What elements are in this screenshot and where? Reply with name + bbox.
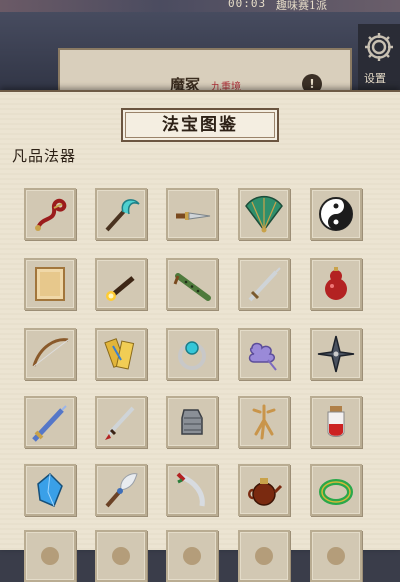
item-slot[interactable] [24,464,76,516]
item-slot[interactable] [310,396,362,448]
top-status-strip [0,0,400,12]
long-bow-icon [32,338,69,367]
item-slot[interactable] [166,464,218,516]
item-slot[interactable] [95,530,147,582]
item-slot[interactable] [95,258,147,310]
panel-title: 法宝图鉴 [162,115,238,135]
item-slot[interactable] [166,258,218,310]
iron-gauntlet-icon [181,409,203,435]
feather-duster-icon [105,473,138,508]
settings-button[interactable]: 设置 [358,24,400,94]
ginseng-root-icon [252,404,276,440]
item-slot[interactable] [24,328,76,380]
item-slot[interactable] [24,530,76,582]
item-slot[interactable] [310,464,362,516]
bronze-teapot-icon [248,478,283,506]
item-slot[interactable] [24,258,76,310]
panel-title-frame: 法宝图鉴 [121,108,279,142]
partial-item-icon [327,547,345,565]
game-scene-background: 00:03 趣味赛1派 魔冢 九重境 ! 设置 [0,0,400,100]
item-slot[interactable] [310,328,362,380]
red-gourd-icon [325,267,347,300]
steel-sword-icon [248,267,281,302]
spirit-crystal-icon [37,472,63,507]
item-slot[interactable] [238,464,290,516]
item-slot[interactable] [166,188,218,240]
item-slot[interactable] [95,188,147,240]
purple-cloud-charm-icon [248,342,277,371]
curved-sabre-icon [176,472,205,507]
yin-yang-icon [319,197,353,231]
item-slot[interactable] [310,188,362,240]
timer-text: 00:03 [228,0,267,10]
item-slot[interactable] [24,188,76,240]
partial-item-icon [41,547,59,565]
settings-label: 设置 [364,72,386,85]
realm-card[interactable]: 魔冢 九重境 ! [58,48,352,96]
throwing-dagger-icon [176,212,211,220]
partial-item-icon [112,547,130,565]
paper-scroll-icon [35,267,65,301]
item-slot[interactable] [24,396,76,448]
jade-ring-icon [178,341,206,370]
item-slot[interactable] [238,258,290,310]
item-slot[interactable] [310,258,362,310]
red-tassel-dagger-icon [105,406,135,440]
item-slot[interactable] [95,464,147,516]
jade-hook-blade-icon [105,199,140,232]
section-label: 凡品法器 [12,147,77,165]
potion-vial-icon [327,406,345,437]
item-slot[interactable] [238,328,290,380]
partial-item-icon [255,547,273,565]
treasure-codex-panel: 法宝图鉴 凡品法器 [0,90,400,582]
item-slot[interactable] [238,396,290,448]
item-slot[interactable] [95,328,147,380]
item-slot[interactable] [310,530,362,582]
jade-bracelet-icon [319,479,353,505]
bamboo-flute-icon [173,273,211,301]
shuriken-icon [317,335,355,373]
item-slot[interactable] [95,396,147,448]
item-slot[interactable] [166,530,218,582]
item-slot[interactable] [166,328,218,380]
flaming-torch-icon [106,276,135,301]
blue-sword-icon [32,405,67,442]
gear-icon [365,33,393,61]
golden-talismans-icon [104,338,135,370]
item-slot[interactable] [238,530,290,582]
item-slot[interactable] [166,396,218,448]
status-subtitle: 趣味赛1派 [276,0,327,12]
partial-item-icon [183,547,201,565]
item-slot[interactable] [238,188,290,240]
folding-fan-icon [245,195,283,233]
red-ribbon-whip-icon [35,198,67,231]
